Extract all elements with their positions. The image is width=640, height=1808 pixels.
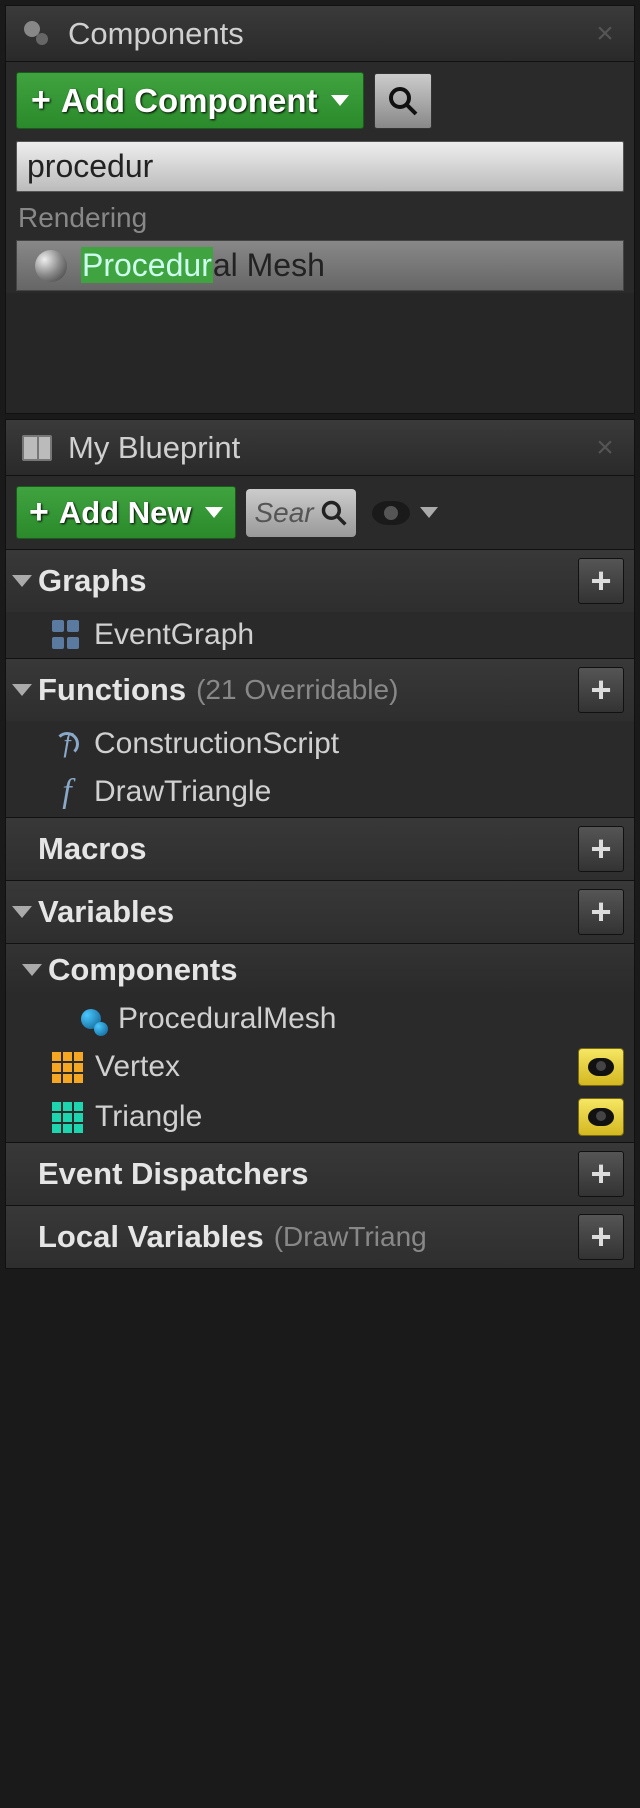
section-macros-title: Macros bbox=[38, 831, 147, 867]
section-local-variables-sub: (DrawTriang bbox=[274, 1221, 578, 1253]
function-construction-script[interactable]: f ConstructionScript bbox=[6, 721, 634, 767]
section-functions[interactable]: Functions (21 Overridable) + bbox=[6, 658, 634, 721]
components-tab-title: Components bbox=[68, 16, 590, 52]
add-dispatcher-button[interactable]: + bbox=[578, 1151, 624, 1197]
search-result-label: Procedural Mesh bbox=[81, 247, 325, 284]
section-event-dispatchers[interactable]: Event Dispatchers + bbox=[6, 1142, 634, 1205]
visibility-toggle[interactable] bbox=[578, 1048, 624, 1086]
blueprint-search-input[interactable]: Sear bbox=[246, 489, 355, 537]
view-options-dropdown[interactable] bbox=[366, 497, 444, 529]
plus-icon: + bbox=[31, 81, 51, 120]
add-component-label: Add Component bbox=[61, 82, 318, 120]
my-blueprint-tab[interactable]: My Blueprint × bbox=[6, 420, 634, 476]
section-local-variables-title: Local Variables bbox=[38, 1219, 264, 1255]
add-new-label: Add New bbox=[59, 495, 192, 531]
add-macro-button[interactable]: + bbox=[578, 826, 624, 872]
graph-icon bbox=[52, 620, 82, 650]
function-icon: f bbox=[52, 729, 82, 759]
section-var-components-title: Components bbox=[48, 952, 237, 988]
visibility-toggle[interactable] bbox=[578, 1098, 624, 1136]
section-variables[interactable]: Variables + bbox=[6, 880, 634, 943]
chevron-down-icon bbox=[420, 507, 438, 518]
var-label: ProceduralMesh bbox=[118, 1002, 336, 1036]
function-icon: f bbox=[52, 773, 82, 811]
var-label: Vertex bbox=[95, 1050, 180, 1084]
chevron-down-icon bbox=[205, 507, 223, 518]
array-icon bbox=[52, 1052, 83, 1083]
function-label: ConstructionScript bbox=[94, 727, 339, 761]
add-variable-button[interactable]: + bbox=[578, 889, 624, 935]
add-new-button[interactable]: + Add New bbox=[16, 486, 236, 539]
eye-icon bbox=[372, 501, 410, 525]
function-label: DrawTriangle bbox=[94, 775, 271, 809]
var-label: Triangle bbox=[95, 1100, 202, 1134]
chevron-down-icon bbox=[331, 95, 349, 106]
var-triangle[interactable]: Triangle bbox=[6, 1092, 634, 1142]
mesh-icon bbox=[35, 250, 67, 282]
expand-icon bbox=[22, 964, 42, 976]
section-local-variables[interactable]: Local Variables (DrawTriang + bbox=[6, 1205, 634, 1268]
close-icon[interactable]: × bbox=[590, 431, 620, 465]
components-tab-icon bbox=[20, 17, 54, 51]
section-variables-title: Variables bbox=[38, 894, 174, 930]
add-function-button[interactable]: + bbox=[578, 667, 624, 713]
plus-icon: + bbox=[29, 493, 49, 532]
section-var-components[interactable]: Components bbox=[6, 943, 634, 996]
component-icon bbox=[76, 1004, 106, 1034]
function-draw-triangle[interactable]: f DrawTriangle bbox=[6, 767, 634, 817]
graph-eventgraph[interactable]: EventGraph bbox=[6, 612, 634, 658]
var-vertex[interactable]: Vertex bbox=[6, 1042, 634, 1092]
search-category: Rendering bbox=[6, 198, 634, 238]
blueprint-tab-icon bbox=[20, 431, 54, 465]
search-input-wrap bbox=[16, 141, 624, 192]
components-tab[interactable]: Components × bbox=[6, 6, 634, 62]
empty-space bbox=[6, 293, 634, 413]
components-panel: Components × + Add Component Rendering P… bbox=[5, 5, 635, 414]
section-event-dispatchers-title: Event Dispatchers bbox=[38, 1156, 309, 1192]
blueprint-tab-title: My Blueprint bbox=[68, 430, 590, 466]
add-component-button[interactable]: + Add Component bbox=[16, 72, 364, 129]
section-functions-sub: (21 Overridable) bbox=[196, 674, 578, 706]
section-macros[interactable]: Macros + bbox=[6, 817, 634, 880]
expand-icon bbox=[12, 684, 32, 696]
add-graph-button[interactable]: + bbox=[578, 558, 624, 604]
search-button[interactable] bbox=[374, 73, 432, 129]
section-graphs-title: Graphs bbox=[38, 563, 147, 599]
section-graphs[interactable]: Graphs + bbox=[6, 549, 634, 612]
expand-icon bbox=[12, 906, 32, 918]
array-icon bbox=[52, 1102, 83, 1133]
component-search-input[interactable] bbox=[16, 141, 624, 192]
close-icon[interactable]: × bbox=[590, 17, 620, 51]
var-procedural-mesh[interactable]: ProceduralMesh bbox=[6, 996, 634, 1042]
components-toolbar: + Add Component bbox=[6, 62, 634, 139]
section-functions-title: Functions bbox=[38, 672, 186, 708]
search-result-procedural-mesh[interactable]: Procedural Mesh bbox=[16, 240, 624, 291]
graph-label: EventGraph bbox=[94, 618, 254, 652]
expand-icon bbox=[12, 575, 32, 587]
my-blueprint-panel: My Blueprint × + Add New Sear Graphs + E… bbox=[5, 419, 635, 1269]
blueprint-toolbar: + Add New Sear bbox=[6, 476, 634, 549]
add-local-variable-button[interactable]: + bbox=[578, 1214, 624, 1260]
